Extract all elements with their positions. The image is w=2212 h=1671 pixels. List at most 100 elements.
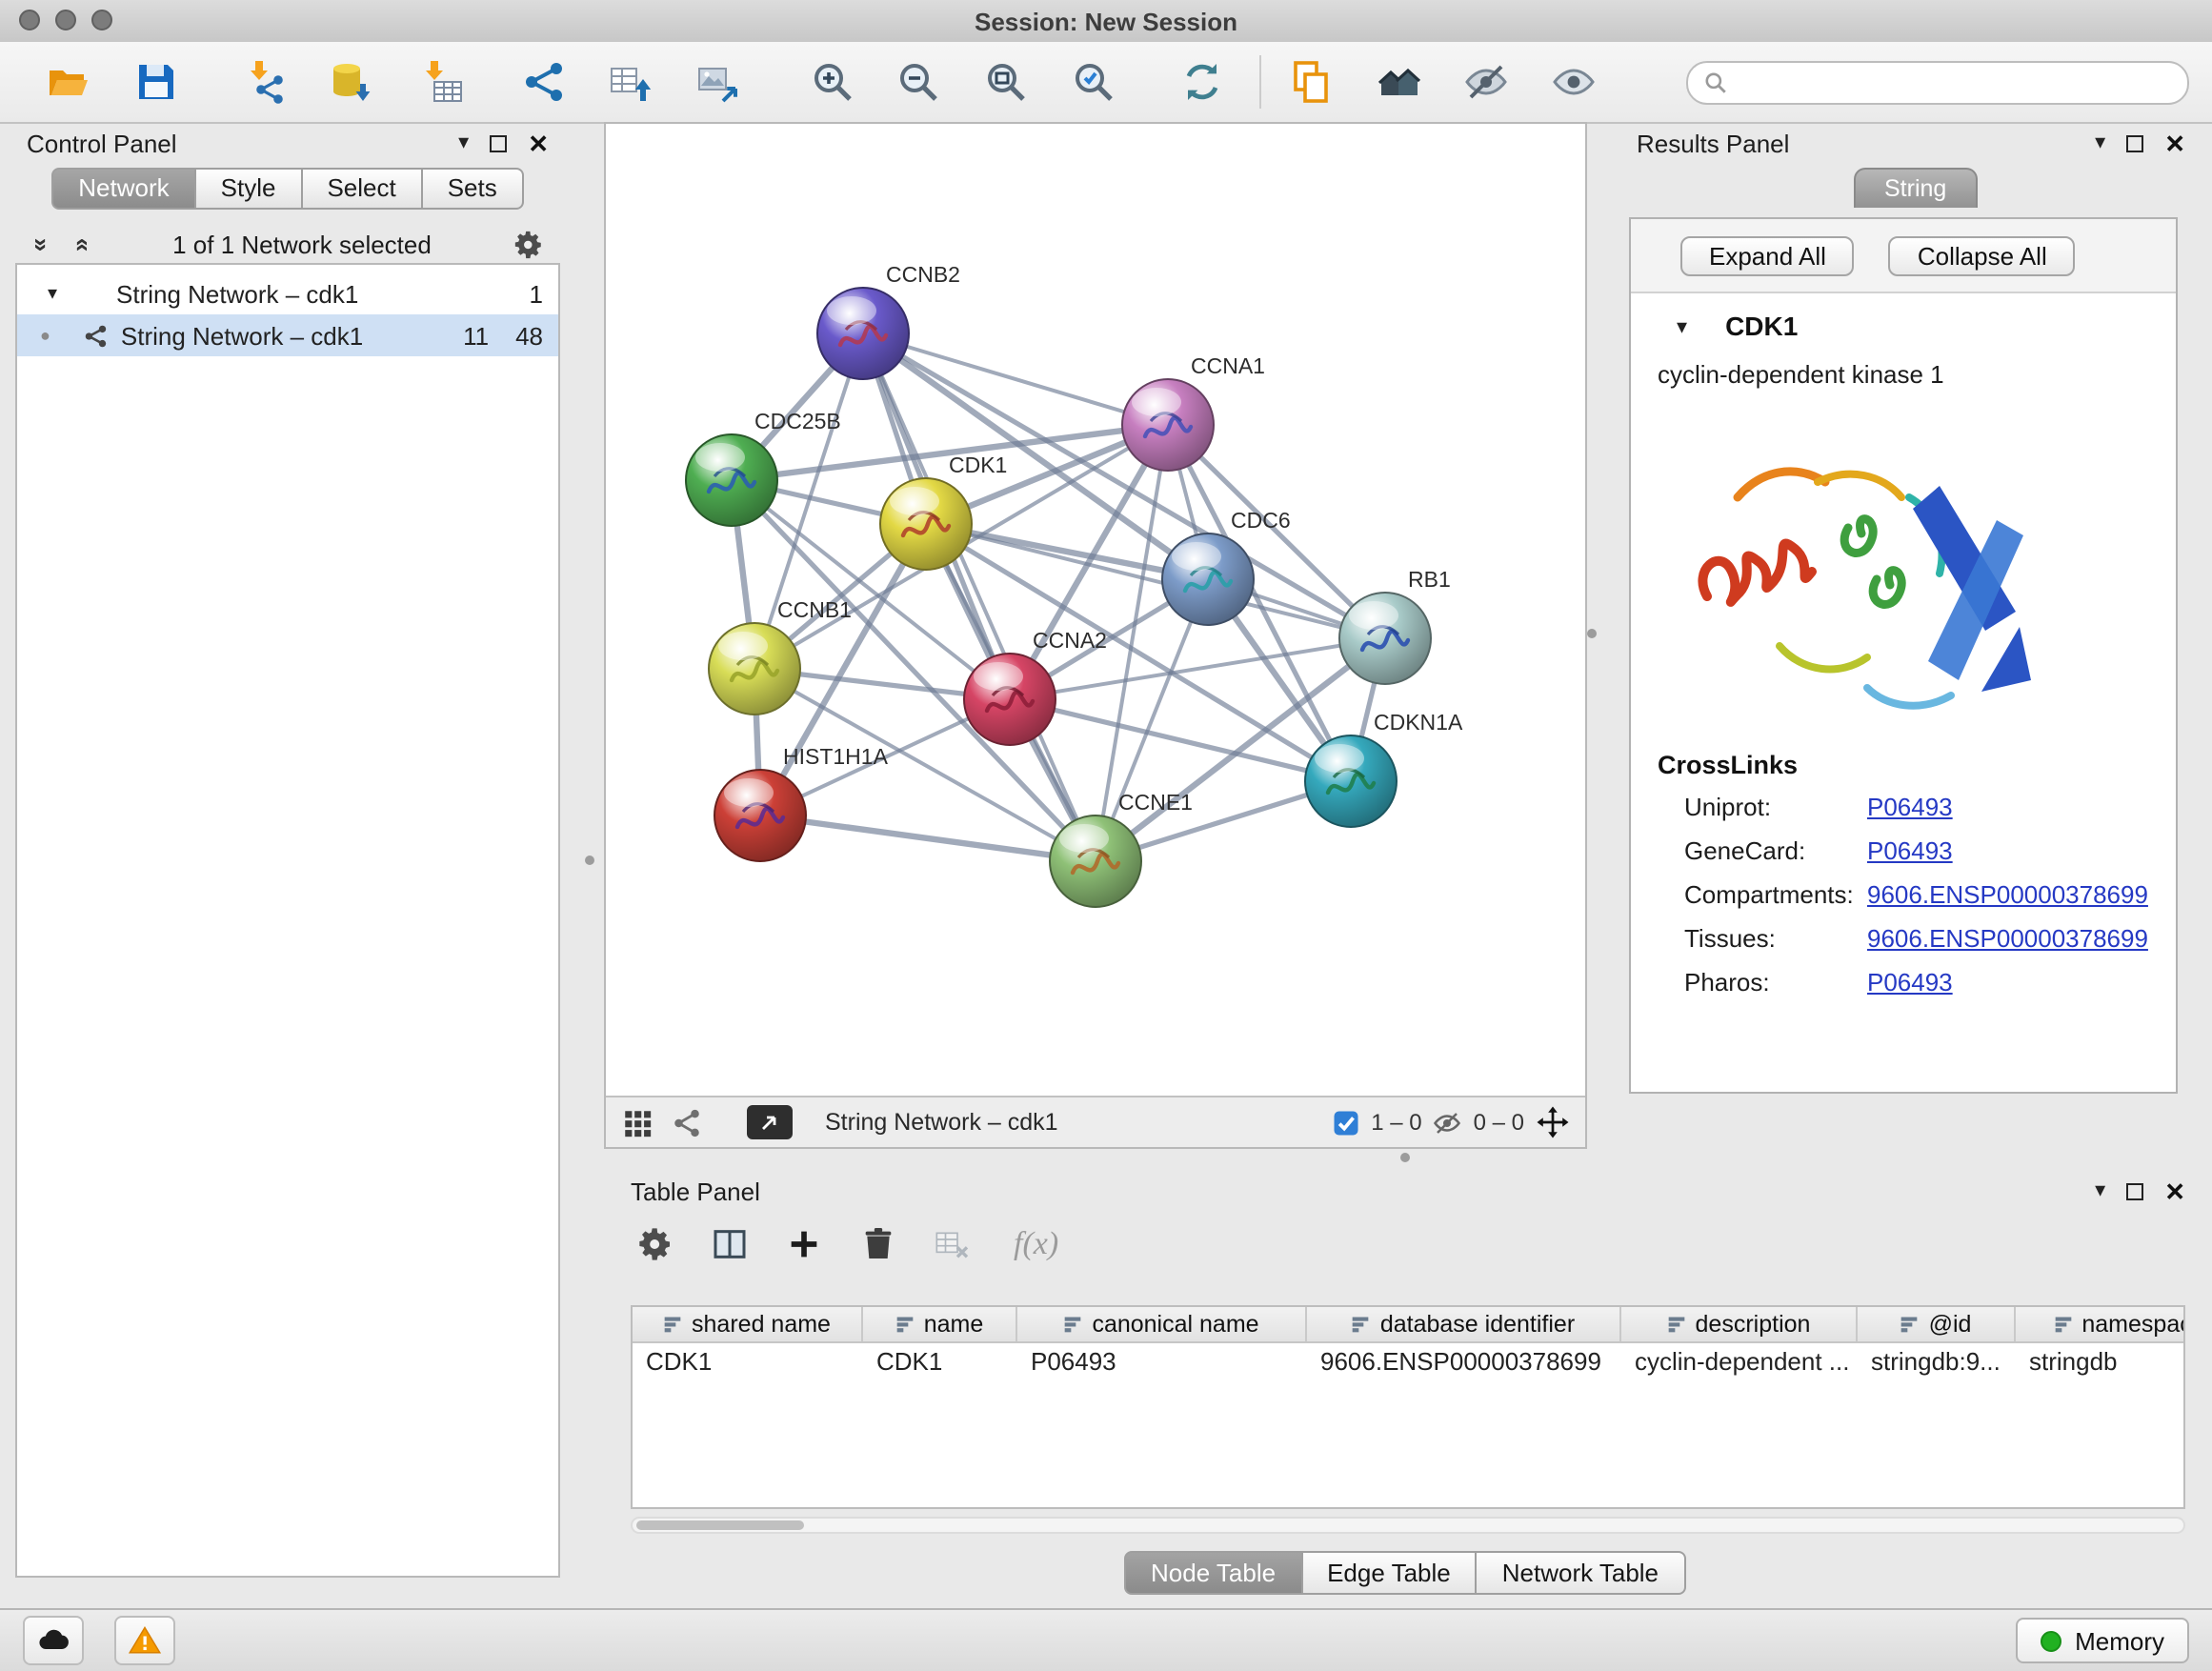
memory-button[interactable]: Memory	[2016, 1618, 2189, 1663]
collection-disclosure-icon[interactable]: ▾	[48, 283, 70, 304]
edge-CCNB2-CCNA1[interactable]	[863, 333, 1168, 425]
table-row[interactable]: CDK1 CDK1 P06493 9606.ENSP00000378699 cy…	[633, 1343, 2185, 1379]
collapse-all-button[interactable]: Collapse All	[1889, 235, 2076, 275]
delete-table-icon[interactable]	[932, 1223, 974, 1265]
export-image-button[interactable]	[694, 57, 743, 107]
delete-column-icon[interactable]	[857, 1223, 899, 1265]
show-details-button[interactable]	[1549, 57, 1599, 107]
tab-network-table[interactable]: Network Table	[1478, 1551, 1685, 1595]
compartments-link[interactable]: 9606.ENSP00000378699	[1867, 880, 2148, 909]
cell-description[interactable]: cyclin-dependent ...	[1621, 1343, 1858, 1379]
collapse-all-networks-icon[interactable]: »	[28, 232, 56, 255]
zoom-out-button[interactable]	[894, 57, 943, 107]
edge-HIST1H1A-CCNE1[interactable]	[760, 815, 1096, 861]
column-header-database-identifier[interactable]: database identifier	[1307, 1307, 1621, 1341]
zoom-selected-button[interactable]	[1069, 57, 1118, 107]
open-session-button[interactable]	[44, 57, 93, 107]
zoom-window-button[interactable]	[91, 10, 112, 30]
zoom-fit-button[interactable]	[981, 57, 1031, 107]
tab-select[interactable]: Select	[302, 168, 422, 210]
panel-menu-icon[interactable]: ▾	[2095, 132, 2105, 153]
close-window-button[interactable]	[19, 10, 40, 30]
tab-network[interactable]: Network	[51, 168, 195, 210]
main-toolbar: ?	[0, 42, 2212, 124]
cell-shared-name[interactable]: CDK1	[633, 1343, 863, 1379]
import-network-button[interactable]	[242, 57, 292, 107]
function-builder-button[interactable]: f(x)	[1014, 1225, 1058, 1263]
table-settings-gear-icon[interactable]	[634, 1223, 676, 1265]
node-CCNA1[interactable]: CCNA1	[1122, 353, 1265, 471]
column-header-namespace[interactable]: namespace	[2016, 1307, 2185, 1341]
network-collection-row[interactable]: ▾ String Network – cdk1 1	[17, 272, 558, 314]
gene-section-header[interactable]: ▾ CDK1	[1631, 311, 2176, 341]
minimize-window-button[interactable]	[55, 10, 76, 30]
birdseye-view-icon[interactable]	[671, 1106, 703, 1138]
uniprot-link[interactable]: P06493	[1867, 793, 1953, 821]
fit-content-icon[interactable]	[1536, 1105, 1570, 1139]
close-panel-icon[interactable]: ✕	[2164, 131, 2185, 155]
export-table-button[interactable]	[606, 57, 655, 107]
hide-details-button[interactable]	[1461, 57, 1511, 107]
control-panel-header: Control Panel ▾ ✕	[11, 122, 564, 164]
node-CDC6[interactable]: CDC6	[1162, 508, 1291, 625]
network-row[interactable]: ● String Network – cdk1 11 48	[17, 314, 558, 356]
import-database-button[interactable]	[326, 57, 375, 107]
node-CDKN1A[interactable]: CDKN1A	[1305, 710, 1463, 827]
node-CCNB2[interactable]: CCNB2	[817, 262, 960, 379]
column-header-shared-name[interactable]: shared name	[633, 1307, 863, 1341]
cloud-status-button[interactable]	[23, 1616, 84, 1665]
scrollbar-thumb[interactable]	[636, 1520, 804, 1530]
documents-button[interactable]	[1286, 57, 1336, 107]
gene-disclosure-icon[interactable]: ▾	[1677, 313, 1687, 338]
float-panel-icon[interactable]	[2126, 134, 2143, 151]
tab-style[interactable]: Style	[196, 168, 303, 210]
node-RB1[interactable]: RB1	[1339, 567, 1451, 684]
column-header-description[interactable]: description	[1621, 1307, 1858, 1341]
warnings-button[interactable]	[114, 1616, 175, 1665]
detach-view-button[interactable]	[747, 1105, 793, 1139]
tab-node-table[interactable]: Node Table	[1124, 1551, 1302, 1595]
search-text-field[interactable]	[1738, 67, 2172, 97]
network-canvas[interactable]: CCNB2CCNA1CDC25BCDK1CDC6RB1CCNB1CCNA2CDK…	[606, 124, 1585, 1096]
right-splitter-handle[interactable]	[1587, 629, 1597, 638]
cell-namespace[interactable]: stringdb	[2016, 1343, 2185, 1379]
grid-view-icon[interactable]	[621, 1106, 654, 1138]
save-session-button[interactable]	[131, 57, 181, 107]
show-columns-icon[interactable]	[709, 1223, 751, 1265]
column-header-name[interactable]: name	[863, 1307, 1017, 1341]
tab-sets[interactable]: Sets	[423, 168, 524, 210]
left-splitter-handle[interactable]	[585, 856, 594, 865]
zoom-in-button[interactable]	[808, 57, 857, 107]
expand-all-button[interactable]: Expand All	[1680, 235, 1855, 275]
search-input[interactable]	[1686, 60, 2189, 104]
node-CDK1[interactable]: CDK1	[880, 453, 1007, 570]
add-column-icon[interactable]	[783, 1223, 825, 1265]
table-horizontal-scrollbar[interactable]	[631, 1517, 2185, 1534]
welcome-screen-button[interactable]	[1376, 57, 1425, 107]
cell-database-identifier[interactable]: 9606.ENSP00000378699	[1307, 1343, 1621, 1379]
bottom-splitter-handle[interactable]	[1400, 1153, 1410, 1162]
export-network-button[interactable]	[520, 57, 570, 107]
cell-id[interactable]: stringdb:9...	[1858, 1343, 2016, 1379]
column-header-canonical-name[interactable]: canonical name	[1017, 1307, 1307, 1341]
tab-string[interactable]: String	[1854, 168, 1977, 208]
apply-layout-button[interactable]	[1177, 57, 1227, 107]
close-panel-icon[interactable]: ✕	[2164, 1178, 2185, 1203]
close-panel-icon[interactable]: ✕	[528, 131, 549, 155]
column-header-id[interactable]: @id	[1858, 1307, 2016, 1341]
tissues-link[interactable]: 9606.ENSP00000378699	[1867, 924, 2148, 953]
genecard-link[interactable]: P06493	[1867, 836, 1953, 865]
pharos-link[interactable]: P06493	[1867, 968, 1953, 997]
node-HIST1H1A[interactable]: HIST1H1A	[714, 744, 889, 861]
panel-menu-icon[interactable]: ▾	[458, 132, 469, 153]
cell-canonical-name[interactable]: P06493	[1017, 1343, 1307, 1379]
import-table-button[interactable]	[417, 57, 467, 107]
cell-name[interactable]: CDK1	[863, 1343, 1017, 1379]
float-panel-icon[interactable]	[2126, 1182, 2143, 1199]
tab-edge-table[interactable]: Edge Table	[1302, 1551, 1478, 1595]
panel-menu-icon[interactable]: ▾	[2095, 1180, 2105, 1201]
expand-all-networks-icon[interactable]: »	[66, 232, 94, 255]
network-options-gear-icon[interactable]	[513, 228, 545, 260]
float-panel-icon[interactable]	[490, 134, 507, 151]
crosslink-row: Compartments: 9606.ENSP00000378699	[1631, 878, 2176, 911]
